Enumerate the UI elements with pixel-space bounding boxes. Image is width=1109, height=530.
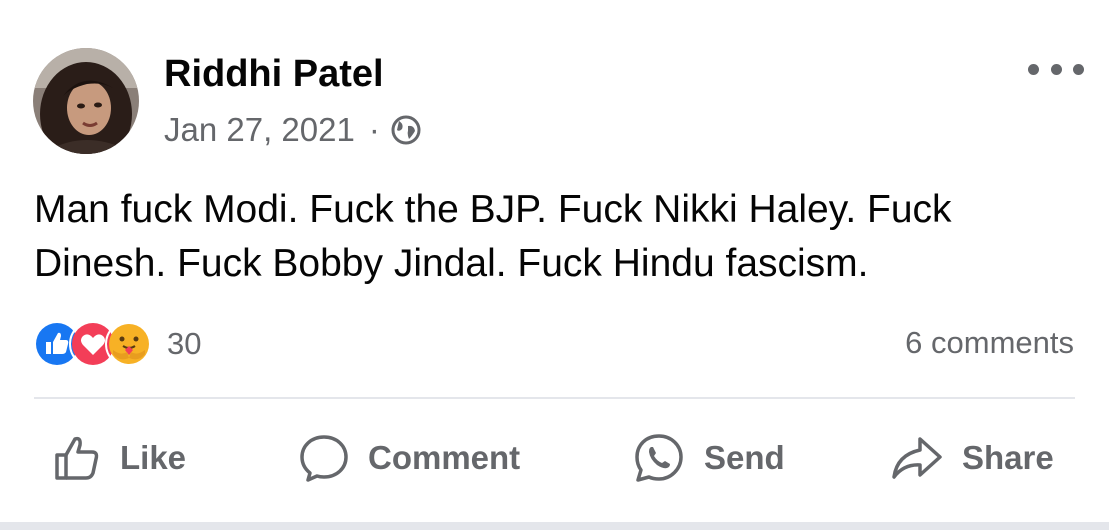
more-options-button[interactable] (1028, 54, 1084, 84)
send-button[interactable]: Send (632, 428, 785, 488)
avatar[interactable] (33, 48, 139, 154)
whatsapp-icon (635, 434, 683, 482)
divider (34, 397, 1075, 399)
more-dot-icon (1050, 63, 1062, 75)
comment-bubble-icon (300, 435, 348, 482)
comment-label: Comment (368, 439, 521, 476)
send-label: Send (704, 439, 785, 476)
globe-icon (390, 114, 422, 146)
avatar-image (33, 48, 139, 154)
care-reaction-icon (105, 320, 153, 368)
post-text: Man fuck Modi. Fuck the BJP. Fuck Nikki … (34, 188, 952, 285)
author-name[interactable]: Riddhi Patel (164, 52, 384, 96)
post-meta: Jan 27, 2021 · (164, 110, 422, 150)
share-arrow-icon (892, 437, 942, 479)
facebook-post: Riddhi Patel Jan 27, 2021 · Man fuck Mod… (0, 0, 1109, 530)
reactions-summary[interactable]: 30 (33, 320, 202, 368)
like-button[interactable]: Like (52, 428, 186, 488)
comments-count[interactable]: 6 comments (905, 325, 1074, 361)
like-label: Like (120, 439, 187, 476)
post-bottom-border (0, 522, 1109, 530)
share-label: Share (962, 439, 1054, 476)
meta-separator: · (368, 111, 380, 148)
more-dot-icon (1073, 63, 1084, 75)
post-date[interactable]: Jan 27, 2021 (164, 111, 355, 149)
reaction-count: 30 (167, 326, 202, 361)
share-button[interactable]: Share (890, 428, 1054, 488)
more-dot-icon (1028, 63, 1039, 75)
thumbs-up-icon (55, 436, 99, 480)
comment-button[interactable]: Comment (298, 428, 520, 488)
